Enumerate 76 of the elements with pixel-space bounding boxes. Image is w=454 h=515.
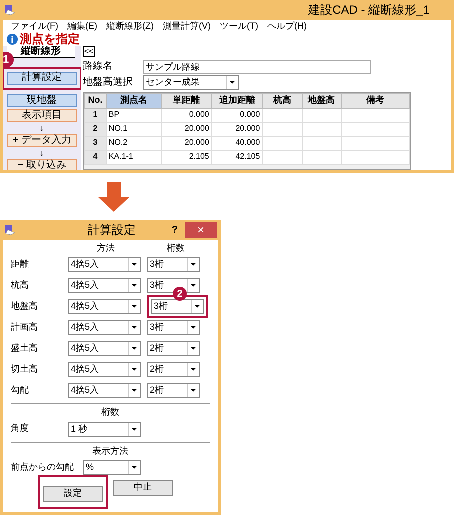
- slope-unit-dropdown[interactable]: %: [83, 460, 141, 475]
- digits-dropdown[interactable]: 2桁: [147, 341, 200, 356]
- menu-item[interactable]: ファイル(F): [11, 22, 58, 30]
- help-button[interactable]: ?: [172, 222, 178, 238]
- column-header: 追加距離: [212, 94, 263, 108]
- table-cell: 2.105: [161, 150, 212, 164]
- row-number: 2: [84, 122, 106, 136]
- column-header: 杭高: [262, 94, 302, 108]
- column-header: 方法: [96, 242, 116, 254]
- column-header: 備考: [341, 94, 410, 108]
- section-header: 表示方法: [92, 444, 130, 458]
- dialog-button[interactable]: 中止: [113, 480, 173, 496]
- angle-dropdown[interactable]: 1 秒: [68, 422, 141, 436]
- setting-label: 切土高: [11, 362, 39, 376]
- setting-label: 計画高: [11, 320, 39, 334]
- down-arrow: ↓: [38, 149, 46, 157]
- method-dropdown[interactable]: 4捨5入: [68, 362, 141, 377]
- section-header: 桁数: [100, 406, 120, 419]
- step-number-badge: 1: [3, 52, 14, 68]
- digits-dropdown[interactable]: 3桁: [147, 257, 200, 272]
- field-label: 地盤高選択: [83, 76, 134, 90]
- digits-dropdown[interactable]: 3桁: [147, 320, 200, 335]
- digits-dropdown[interactable]: 3桁: [151, 299, 204, 314]
- menu-item[interactable]: ヘルプ(H): [268, 22, 307, 30]
- table-cell: BP: [106, 108, 162, 122]
- menu-item[interactable]: 縦断線形(Z): [106, 22, 154, 30]
- collapse-button[interactable]: <<: [83, 46, 95, 57]
- window-title: 建設CAD - 縦断線形_1: [308, 2, 430, 19]
- column-header: 測点名: [106, 94, 162, 108]
- table-cell: KA.1-1: [106, 150, 162, 164]
- setting-label: 杭高: [11, 278, 30, 292]
- setting-label: 距離: [11, 258, 30, 271]
- method-dropdown[interactable]: 4捨5入: [68, 341, 141, 356]
- menu-item[interactable]: ツール(T): [220, 22, 258, 30]
- table-cell: NO.2: [106, 136, 162, 150]
- table-cell: 42.105: [212, 150, 263, 164]
- instruction-text: 測点を指定: [20, 33, 80, 45]
- ground-select-dropdown[interactable]: センター成果: [143, 75, 239, 90]
- method-dropdown[interactable]: 4捨5入: [68, 278, 141, 293]
- method-dropdown[interactable]: 4捨5入: [68, 299, 141, 314]
- setting-label: 前点からの勾配: [11, 460, 75, 474]
- row-number: 4: [84, 150, 106, 164]
- digits-dropdown[interactable]: 2桁: [147, 362, 200, 377]
- column-header: 単距離: [161, 94, 212, 108]
- table-cell: 0.000: [212, 108, 263, 122]
- setting-label: 盛土高: [11, 342, 39, 355]
- method-dropdown[interactable]: 4捨5入: [68, 320, 141, 335]
- table-cell: 20.000: [161, 122, 212, 136]
- field-label: 路線名: [83, 60, 114, 74]
- digits-dropdown[interactable]: 2桁: [147, 383, 200, 398]
- setting-label: 地盤高: [11, 300, 39, 313]
- down-arrow: ↓: [38, 124, 46, 132]
- sidebar-button[interactable]: + データ入力: [7, 134, 77, 147]
- route-name-field[interactable]: サンプル路線: [143, 60, 371, 74]
- dialog-button[interactable]: 設定: [43, 486, 103, 502]
- row-number: 1: [84, 108, 106, 122]
- setting-label: 角度: [11, 422, 30, 436]
- column-header: 地盤高: [302, 94, 342, 108]
- row-number: 3: [84, 136, 106, 150]
- table-cell: NO.1: [106, 122, 162, 136]
- dialog-title: 計算設定: [88, 222, 136, 239]
- sidebar-button[interactable]: 現地盤: [7, 94, 77, 107]
- menu-item[interactable]: 編集(E): [68, 22, 98, 30]
- column-header: 桁数: [167, 242, 185, 254]
- method-dropdown[interactable]: 4捨5入: [68, 383, 141, 398]
- sidebar-button[interactable]: 表示項目: [7, 109, 77, 122]
- table-cell: 40.000: [212, 136, 263, 150]
- table-cell: 0.000: [161, 108, 212, 122]
- sidebar-button[interactable]: − 取り込み: [7, 159, 77, 170]
- close-button[interactable]: ×: [185, 222, 217, 238]
- method-dropdown[interactable]: 4捨5入: [68, 257, 141, 272]
- column-header: No.: [84, 94, 106, 108]
- menu-item[interactable]: 測量計算(V): [163, 22, 211, 30]
- table-cell: 20.000: [212, 122, 263, 136]
- setting-label: 勾配: [11, 384, 30, 397]
- table-cell: 20.000: [161, 136, 212, 150]
